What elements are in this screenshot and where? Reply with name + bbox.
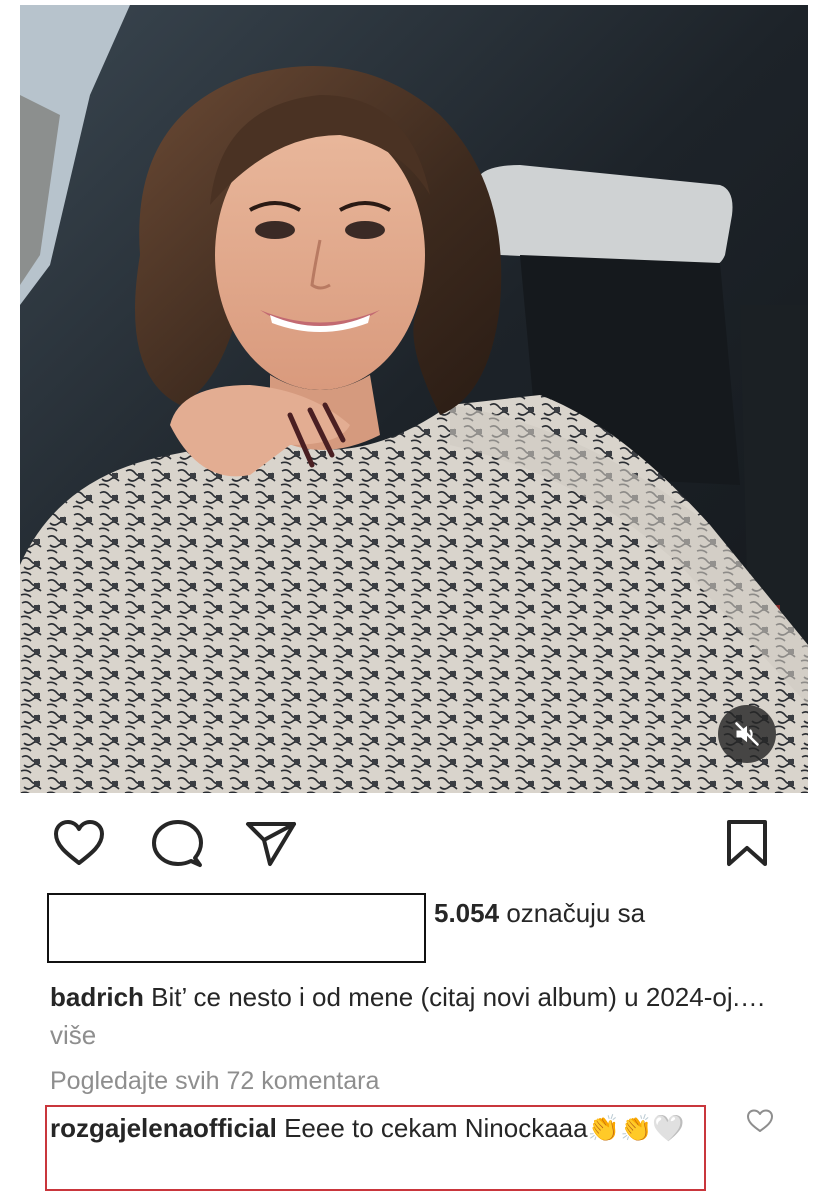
bookmark-icon bbox=[727, 820, 767, 866]
comment-text: Eeee to cekam Ninockaaa bbox=[284, 1113, 588, 1143]
heart-outline-icon bbox=[54, 820, 104, 865]
selfie-photo bbox=[20, 5, 808, 793]
comment-row: rozgajelenaofficial Eeee to cekam Ninock… bbox=[50, 1109, 695, 1148]
speech-bubble-icon bbox=[152, 820, 203, 867]
post-image[interactable] bbox=[20, 5, 808, 793]
likes-count: 5.054 bbox=[434, 898, 500, 928]
likes-summary[interactable]: 5.054 označuju sa bbox=[434, 896, 645, 930]
likes-suffix: označuju sa bbox=[506, 898, 646, 928]
comment-username[interactable]: rozgajelenaofficial bbox=[50, 1113, 277, 1143]
like-button[interactable] bbox=[52, 818, 106, 868]
caption-username[interactable]: badrich bbox=[50, 982, 144, 1012]
comment-like-button[interactable] bbox=[746, 1108, 774, 1139]
post-caption: badrich Bit’ ce nesto i od mene (citaj n… bbox=[50, 978, 770, 1054]
paper-plane-icon bbox=[246, 822, 296, 866]
caption-more-link[interactable]: više bbox=[50, 1020, 96, 1050]
caption-text: Bit’ ce nesto i od mene (citaj novi albu… bbox=[151, 982, 766, 1012]
mute-toggle-button[interactable] bbox=[718, 705, 776, 763]
share-button[interactable] bbox=[244, 818, 298, 868]
redacted-liker-box bbox=[47, 893, 426, 963]
save-button[interactable] bbox=[724, 818, 770, 868]
view-all-comments-link[interactable]: Pogledajte svih 72 komentara bbox=[50, 1063, 379, 1099]
comment-button[interactable] bbox=[150, 818, 204, 870]
heart-outline-icon bbox=[747, 1109, 773, 1132]
comment-emojis: 👏👏🤍 bbox=[587, 1114, 685, 1144]
speaker-muted-icon bbox=[735, 722, 759, 746]
